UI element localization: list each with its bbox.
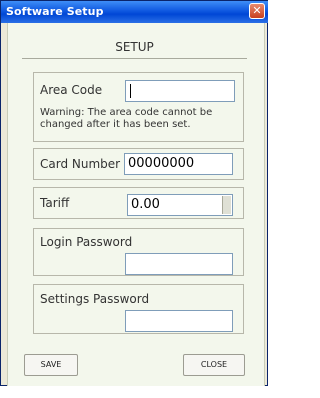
- card-number-input[interactable]: 00000000: [124, 153, 233, 175]
- tariff-value: 0.00: [131, 197, 160, 212]
- card-number-label: Card Number: [40, 157, 121, 171]
- setup-heading: SETUP: [22, 36, 247, 59]
- window-title: Software Setup: [6, 5, 104, 18]
- area-code-label: Area Code: [40, 83, 103, 97]
- settings-password-input[interactable]: [125, 310, 233, 332]
- card-number-group: Card Number 00000000: [33, 148, 244, 180]
- tariff-group: Tariff 0.00: [33, 187, 244, 219]
- tariff-input[interactable]: 0.00: [127, 194, 233, 216]
- settings-password-group: Settings Password: [33, 284, 244, 334]
- area-code-warning: Warning: The area code cannot be changed…: [40, 107, 213, 130]
- close-window-icon[interactable]: ✕: [249, 3, 265, 19]
- area-code-group: Area Code Warning: The area code cannot …: [33, 72, 244, 142]
- login-password-label: Login Password: [40, 235, 133, 249]
- login-password-group: Login Password: [33, 228, 244, 276]
- settings-password-label: Settings Password: [40, 292, 150, 306]
- area-code-input[interactable]: [125, 80, 235, 102]
- tariff-spin-handle[interactable]: [222, 196, 231, 214]
- login-password-input[interactable]: [125, 253, 233, 275]
- title-bar[interactable]: Software Setup ✕: [1, 1, 268, 23]
- tariff-label: Tariff: [40, 196, 70, 210]
- save-button[interactable]: SAVE: [24, 354, 78, 376]
- text-caret: [130, 84, 131, 98]
- close-button[interactable]: CLOSE: [183, 354, 245, 376]
